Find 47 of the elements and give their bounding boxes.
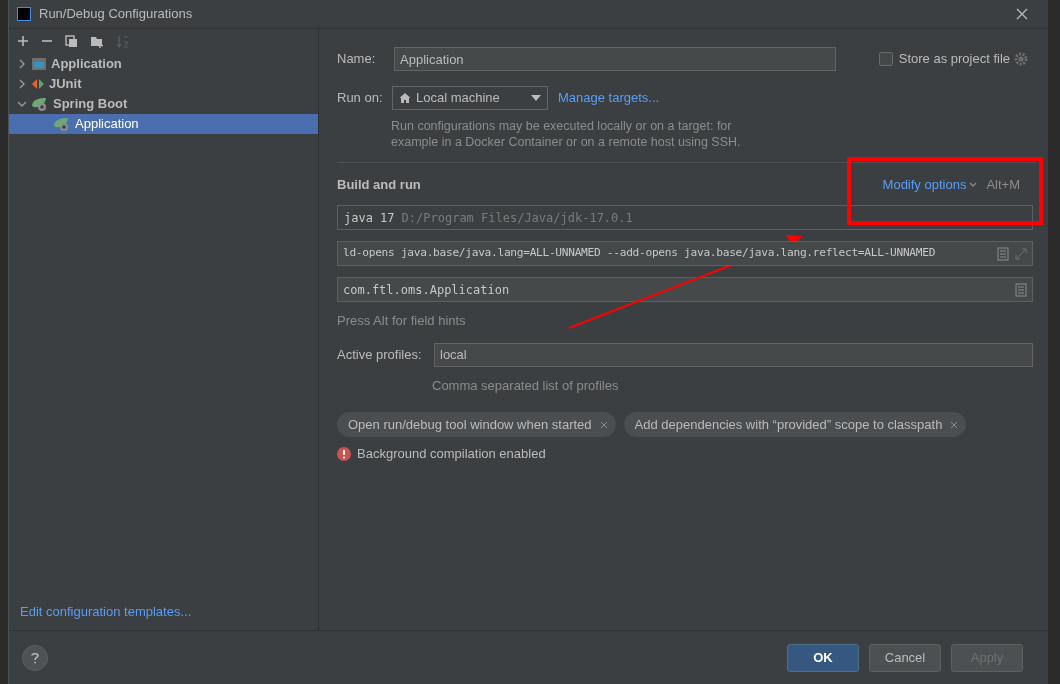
active-profiles-hint: Comma separated list of profiles	[432, 376, 620, 395]
chevron-down-icon[interactable]	[17, 99, 27, 109]
store-project-label: Store as project file	[898, 50, 1010, 69]
tree-item[interactable]: Spring Boot	[9, 94, 318, 114]
caret-icon	[531, 95, 541, 101]
active-profiles-label: Active profiles:	[337, 345, 423, 364]
manage-targets-link[interactable]: Manage targets...	[558, 88, 660, 108]
help-button[interactable]	[22, 644, 48, 671]
window-title: Run/Debug Configurations	[39, 5, 193, 24]
name-field[interactable]: Application	[394, 47, 836, 71]
section-title: Build and run	[337, 176, 421, 195]
name-label: Name:	[337, 50, 377, 69]
folder-plus-icon[interactable]	[90, 34, 104, 48]
active-profiles-field[interactable]: local	[434, 342, 1033, 367]
run-on-label: Run on:	[337, 89, 384, 108]
close-icon[interactable]	[1016, 8, 1028, 20]
junit-icon	[31, 77, 45, 91]
jdk-dropdown[interactable]: java 17 D:/Program Files/Java/jdk-17.0.1	[337, 205, 1033, 230]
main-class-field[interactable]: com.ftl.oms.Application	[337, 277, 1033, 302]
store-project-checkbox[interactable]	[878, 52, 893, 66]
option-chip[interactable]: Add dependencies with “provided” scope to classpath	[623, 412, 967, 437]
chevron-down-icon	[969, 182, 978, 188]
close-icon[interactable]	[599, 420, 608, 429]
window-icon	[31, 57, 47, 71]
tree-item[interactable]: Application	[9, 54, 318, 74]
copy-icon[interactable]	[65, 34, 78, 48]
dialog-button[interactable]: OK	[787, 643, 859, 672]
tree-item[interactable]: JUnit	[9, 74, 318, 94]
run-on-dropdown[interactable]: Local machine	[392, 86, 548, 110]
close-icon[interactable]	[950, 420, 959, 429]
house-icon	[399, 92, 411, 104]
dialog-button[interactable]: Cancel	[869, 643, 941, 672]
leaf-gear-icon	[53, 116, 71, 132]
tree-item[interactable]: Application	[9, 114, 318, 134]
warning-text: Background compilation enabled	[357, 445, 546, 463]
leaf-gear-icon	[31, 96, 49, 112]
gear-icon[interactable]	[1014, 52, 1028, 66]
app-logo-icon	[17, 7, 31, 21]
error-icon	[337, 446, 351, 461]
question-icon	[31, 651, 39, 664]
field-hint: Press Alt for field hints	[337, 312, 467, 330]
modify-options-button[interactable]: Modify options	[882, 175, 978, 195]
option-chip[interactable]: Open run/debug tool window when started	[337, 412, 616, 437]
plus-icon[interactable]	[17, 35, 29, 47]
run-on-hint: Run configurations may be executed locally or on a target: for example in a Docker Container or on a remote host using SSH.	[391, 118, 742, 150]
shortcut-hint: Alt+M	[986, 176, 1020, 195]
edit-templates-link[interactable]: Edit configuration templates...	[20, 603, 192, 619]
